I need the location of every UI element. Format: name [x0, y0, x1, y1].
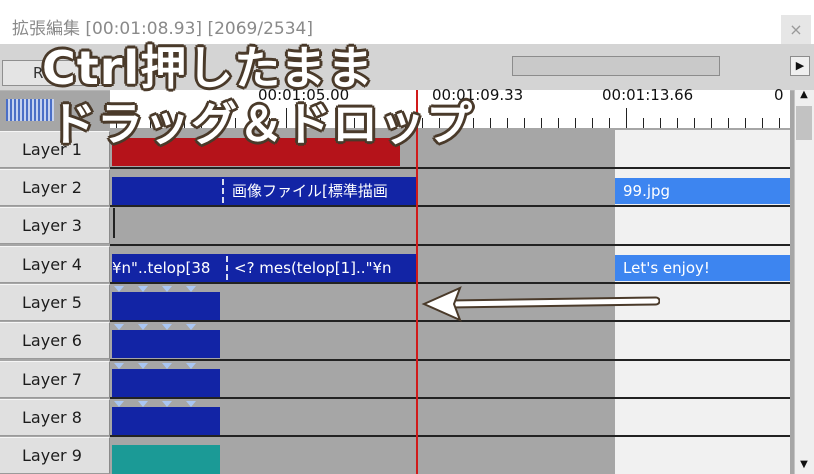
ruler-tick [694, 118, 695, 128]
ruler-tick [558, 118, 559, 128]
keyframe-marker-icon [114, 363, 124, 369]
keyframe-marker-icon [162, 363, 172, 369]
scroll-right-arrow-icon[interactable]: ▶ [790, 56, 810, 76]
drag-arrow-icon [421, 286, 660, 322]
caption-line-2: ドラッグ＆ドロップ [50, 97, 473, 151]
layer-2-object-label: 画像ファイル[標準描画 [222, 179, 416, 203]
keyframe-marker-icon [186, 286, 196, 292]
keyframe-marker-icon [162, 286, 172, 292]
vertical-scrollbar[interactable] [794, 90, 814, 474]
track-separator [110, 205, 790, 207]
ruler-tick [507, 118, 508, 128]
ruler-label: 00:01:13.66 [602, 86, 694, 104]
scroll-up-arrow-icon[interactable]: ▲ [794, 86, 814, 104]
ruler-tick [609, 118, 610, 128]
layer-8-header[interactable]: Layer 8 [0, 399, 110, 436]
ruler-tick [779, 118, 780, 128]
layer-4-object-label: ¥n"..telop[38 [112, 259, 211, 277]
horizontal-scrollbar[interactable] [512, 56, 720, 76]
layer-4-header[interactable]: Layer 4 [0, 246, 110, 283]
ruler-tick [660, 118, 661, 128]
zoom-slider[interactable] [6, 99, 54, 121]
keyframe-marker-icon [138, 401, 148, 407]
layer-7-header[interactable]: Layer 7 [0, 361, 110, 398]
layer-3-object-edge [113, 208, 115, 238]
close-button[interactable]: × [781, 15, 811, 45]
layer-9-header[interactable]: Layer 9 [0, 437, 110, 474]
layer-7-object[interactable] [112, 369, 220, 397]
layer-8-object[interactable] [112, 407, 220, 435]
layer-3-header[interactable]: Layer 3 [0, 207, 110, 244]
ruler-tick [728, 118, 729, 128]
ruler-tick [711, 118, 712, 128]
ruler-label: 0 [774, 86, 784, 104]
scroll-down-arrow-icon[interactable]: ▼ [794, 456, 814, 474]
track-separator [110, 397, 790, 399]
keyframe-marker-icon [114, 324, 124, 330]
layer-6-header[interactable]: Layer 6 [0, 322, 110, 359]
keyframe-marker-icon [186, 363, 196, 369]
ruler-tick [677, 118, 678, 128]
layer-6-object[interactable] [112, 330, 220, 358]
ruler-tick [575, 118, 576, 128]
track-separator [110, 359, 790, 361]
keyframe-marker-icon [138, 286, 148, 292]
keyframe-marker-icon [138, 363, 148, 369]
ruler-tick [745, 118, 746, 128]
layer-9-object[interactable] [112, 445, 220, 474]
track-separator [110, 435, 790, 437]
keyframe-marker-icon [114, 286, 124, 292]
keyframe-marker-icon [186, 401, 196, 407]
layer-2-header[interactable]: Layer 2 [0, 169, 110, 206]
keyframe-marker-icon [162, 401, 172, 407]
ruler-tick [490, 118, 491, 128]
ruler-tick [473, 118, 474, 128]
ruler-tick [524, 118, 525, 128]
scroll-thumb[interactable] [796, 106, 812, 140]
ruler-tick [541, 118, 542, 128]
keyframe-marker-icon [138, 324, 148, 330]
track-separator [110, 167, 790, 169]
track-separator [110, 244, 790, 246]
keyframe-marker-icon [114, 401, 124, 407]
ruler-tick [762, 118, 763, 128]
layer-4-text-object-end[interactable]: Let's enjoy! [615, 255, 790, 281]
ruler-tick [643, 118, 644, 128]
ruler-tick [626, 108, 627, 128]
ruler-tick [592, 118, 593, 128]
layer-4-object-label: <? mes(telop[1].."¥n [226, 256, 416, 280]
layer-2-image-object-end[interactable]: 99.jpg [615, 178, 790, 204]
layer-5-object[interactable] [112, 292, 220, 320]
keyframe-marker-icon [186, 324, 196, 330]
keyframe-marker-icon [162, 324, 172, 330]
layer-5-header[interactable]: Layer 5 [0, 284, 110, 321]
